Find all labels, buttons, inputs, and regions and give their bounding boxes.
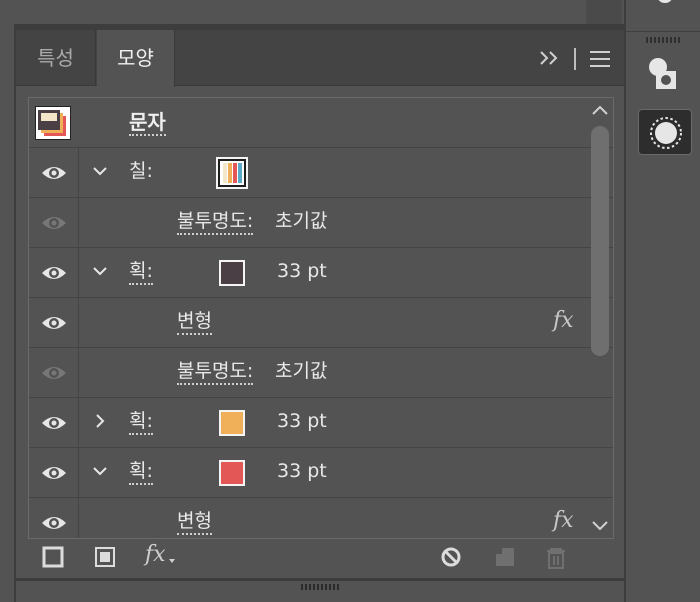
opacity-value: 초기값 bbox=[275, 360, 328, 382]
type-thumbnail-icon bbox=[38, 110, 66, 136]
stroke-weight[interactable]: 33 pt bbox=[277, 410, 327, 432]
visibility-toggle[interactable] bbox=[29, 398, 79, 448]
effect-label[interactable]: 변형 bbox=[177, 510, 212, 535]
eye-icon bbox=[42, 417, 66, 429]
stroke-swatch[interactable] bbox=[219, 460, 245, 486]
gradient-swatch-icon bbox=[220, 161, 244, 185]
opacity-label[interactable]: 불투명도: bbox=[177, 210, 254, 235]
trash-icon bbox=[547, 548, 565, 569]
visibility-toggle[interactable] bbox=[29, 448, 79, 498]
eye-icon bbox=[42, 217, 66, 229]
app-window: 특성 모양 문자 칠: 불투명도: 초기값 획: 33 pt 변형 fx 불투명… bbox=[0, 0, 700, 602]
eye-icon bbox=[42, 517, 66, 529]
eye-icon bbox=[42, 367, 66, 379]
clear-appearance-icon[interactable] bbox=[440, 546, 462, 568]
effect-label[interactable]: 변형 bbox=[177, 310, 212, 335]
shapes-icon bbox=[649, 58, 676, 89]
stroke-label[interactable]: 획: bbox=[129, 410, 153, 435]
appearance-icon bbox=[650, 117, 682, 149]
panel-footer: fx bbox=[16, 542, 624, 578]
panel-tabbar: 특성 모양 bbox=[16, 30, 624, 87]
visibility-toggle[interactable] bbox=[29, 298, 79, 348]
stroke-row[interactable]: 획: 33 pt bbox=[29, 448, 613, 498]
effect-row[interactable]: 변형 fx bbox=[29, 498, 613, 538]
chevron-right-icon[interactable] bbox=[91, 412, 109, 430]
resize-grip[interactable] bbox=[301, 584, 339, 590]
stroke-swatch[interactable] bbox=[219, 260, 245, 286]
eye-icon bbox=[42, 267, 66, 279]
stroke-weight[interactable]: 33 pt bbox=[277, 260, 327, 282]
chevron-down-icon[interactable] bbox=[91, 162, 109, 180]
stroke-weight[interactable]: 33 pt bbox=[277, 460, 327, 482]
scrollbar-thumb[interactable] bbox=[591, 126, 609, 356]
scroll-up-icon[interactable] bbox=[589, 102, 611, 120]
panel-menu-icon[interactable] bbox=[589, 50, 611, 68]
add-effect-fx-icon[interactable]: fx bbox=[145, 542, 166, 567]
effect-row[interactable]: 변형 fx bbox=[29, 298, 613, 348]
stroke-label[interactable]: 획: bbox=[129, 460, 153, 485]
fx-dropdown-icon[interactable] bbox=[168, 558, 176, 564]
right-dock bbox=[624, 0, 700, 602]
fill-swatch[interactable] bbox=[216, 157, 248, 189]
chevron-down-icon[interactable] bbox=[91, 462, 109, 480]
eye-icon bbox=[42, 467, 66, 479]
stroke-row[interactable]: 획: 33 pt bbox=[29, 398, 613, 448]
dock-appearance-button[interactable] bbox=[638, 109, 692, 155]
list-header: 문자 bbox=[29, 98, 613, 148]
eye-icon bbox=[42, 317, 66, 329]
dock-grip[interactable] bbox=[646, 37, 682, 43]
dock-edge bbox=[586, 0, 622, 26]
fx-icon[interactable]: fx bbox=[553, 508, 574, 533]
tab-properties[interactable]: 특성 bbox=[16, 30, 96, 86]
stroke-swatch[interactable] bbox=[219, 410, 245, 436]
fill-label[interactable]: 칠: bbox=[129, 160, 153, 183]
scroll-down-icon[interactable] bbox=[589, 516, 611, 534]
add-fill-icon[interactable] bbox=[94, 546, 116, 568]
add-stroke-icon[interactable] bbox=[42, 546, 64, 568]
dock-shapes-button[interactable] bbox=[638, 53, 692, 99]
stroke-label[interactable]: 획: bbox=[129, 260, 153, 285]
panel-bottom-bar bbox=[14, 578, 624, 602]
appearance-panel: 특성 모양 문자 칠: 불투명도: 초기값 획: 33 pt 변형 fx 불투명… bbox=[14, 30, 624, 578]
collapse-icon[interactable] bbox=[538, 46, 560, 70]
duplicate-item-icon bbox=[496, 548, 514, 566]
fill-row[interactable]: 칠: bbox=[29, 148, 613, 198]
dock-separator bbox=[626, 31, 700, 32]
visibility-toggle[interactable] bbox=[29, 498, 79, 538]
opacity-label[interactable]: 불투명도: bbox=[177, 360, 254, 385]
stroke-row[interactable]: 획: 33 pt bbox=[29, 248, 613, 298]
tab-appearance[interactable]: 모양 bbox=[97, 30, 175, 87]
object-title[interactable]: 문자 bbox=[129, 111, 166, 136]
eye-icon bbox=[42, 167, 66, 179]
appearance-list: 문자 칠: 불투명도: 초기값 획: 33 pt 변형 fx 불투명도: 초기값… bbox=[28, 97, 614, 539]
opacity-row[interactable]: 불투명도: 초기값 bbox=[29, 198, 613, 248]
visibility-toggle[interactable] bbox=[29, 198, 79, 248]
object-thumbnail bbox=[35, 106, 71, 140]
type-icon[interactable] bbox=[652, 0, 678, 12]
opacity-value: 초기값 bbox=[275, 210, 328, 232]
visibility-toggle[interactable] bbox=[29, 148, 79, 198]
chevron-down-icon[interactable] bbox=[91, 262, 109, 280]
visibility-toggle[interactable] bbox=[29, 348, 79, 398]
opacity-row[interactable]: 불투명도: 초기값 bbox=[29, 348, 613, 398]
fx-icon[interactable]: fx bbox=[553, 308, 574, 333]
tab-divider bbox=[574, 48, 576, 70]
visibility-toggle[interactable] bbox=[29, 248, 79, 298]
